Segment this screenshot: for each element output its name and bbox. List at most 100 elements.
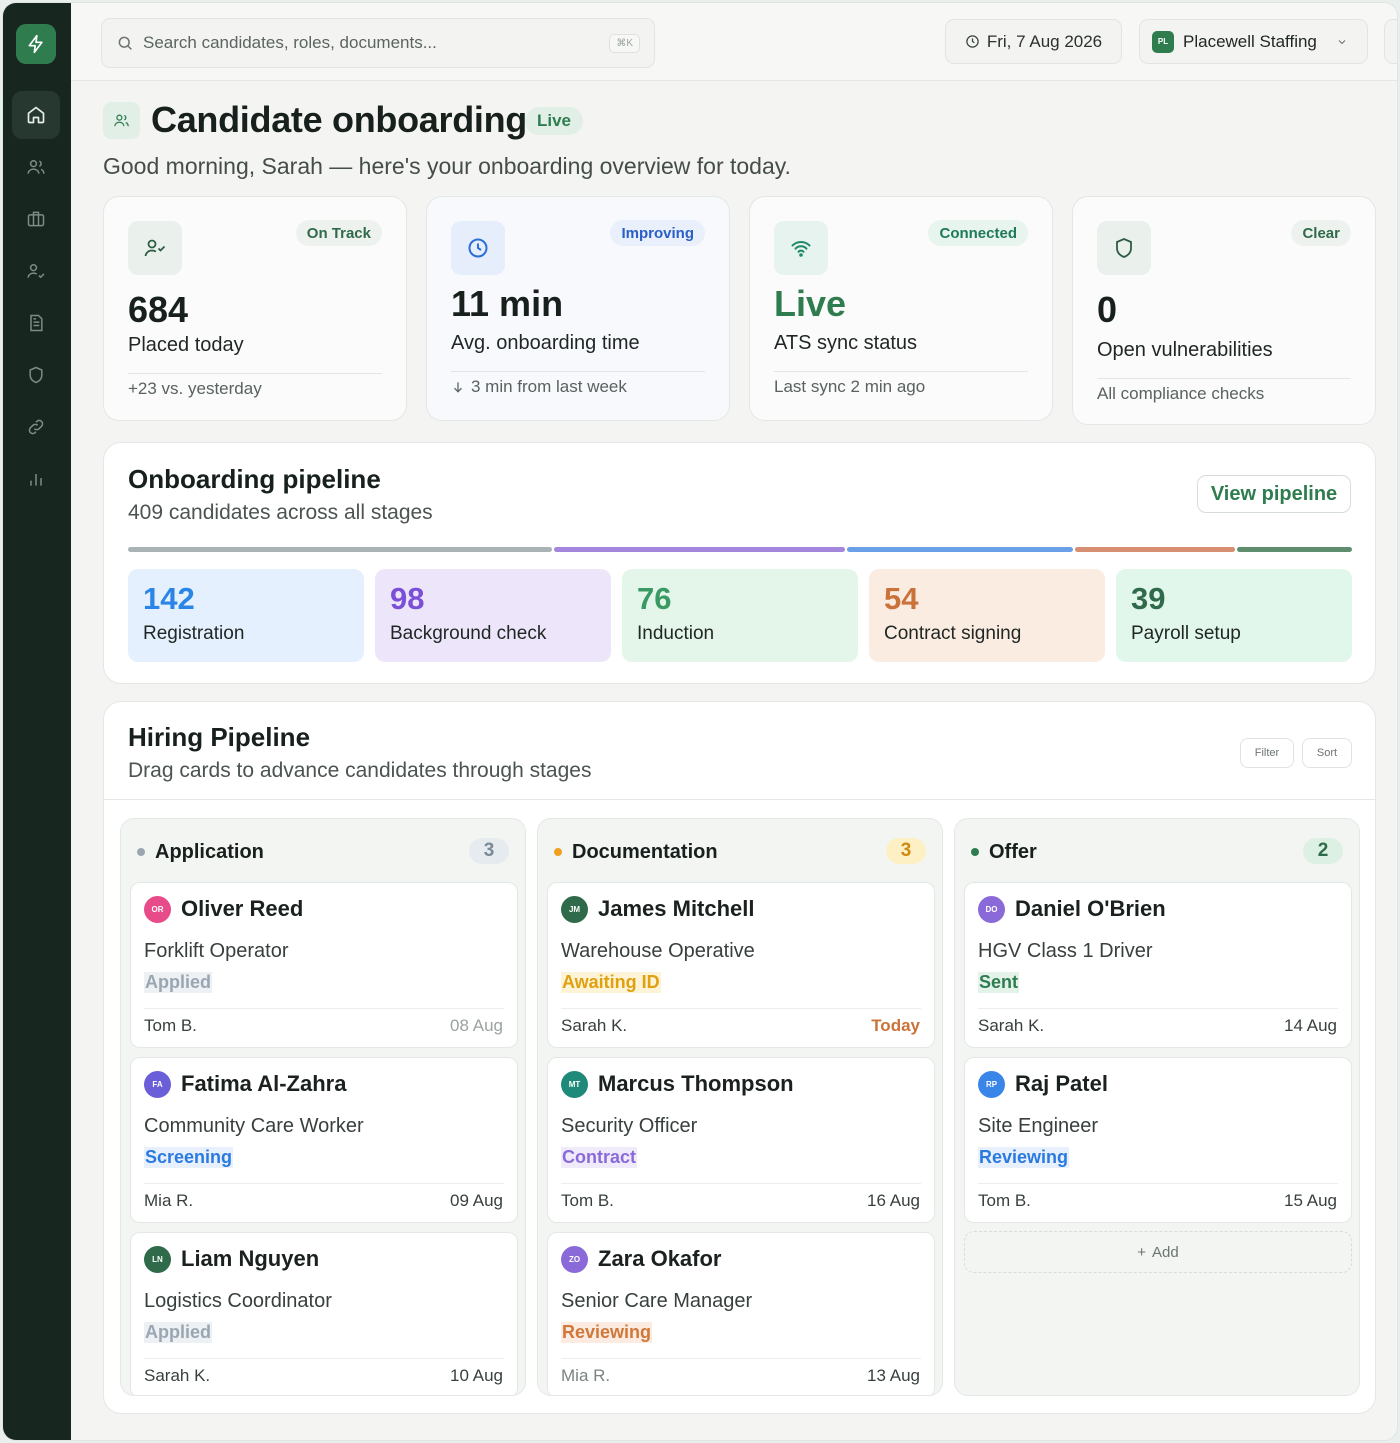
sidebar-item-compliance[interactable] [12,351,60,399]
stat-card-vulnerabilities[interactable]: Clear 0 Open vulnerabilities All complia… [1072,196,1376,425]
column-count-badge: 3 [886,838,926,864]
app-logo[interactable] [16,24,56,64]
search-box[interactable]: ⌘K [101,18,655,68]
candidate-card[interactable]: FA Fatima Al-Zahra Community Care Worker… [130,1057,518,1223]
top-bar: ⌘K Fri, 7 Aug 2026 PL Placewell Staffing [71,3,1397,81]
candidate-status: Applied [144,1322,212,1343]
due-date: 09 Aug [450,1191,503,1210]
sidebar-item-home[interactable] [12,91,60,139]
sidebar-item-reports[interactable] [12,455,60,503]
candidate-card[interactable]: OR Oliver Reed Forklift Operator Applied… [130,882,518,1048]
candidate-card[interactable]: LN Liam Nguyen Logistics Coordinator App… [130,1232,518,1395]
stat-footnote: All compliance checks [1097,384,1264,404]
status-badge: Clear [1291,220,1351,246]
date-selector[interactable]: Fri, 7 Aug 2026 [945,19,1122,64]
user-menu-button[interactable] [1384,19,1397,64]
recruiter-name: Sarah K. [561,1016,628,1035]
kanban-column-offer: Offer 2 DO Daniel O'Brien HGV Class 1 Dr… [954,818,1360,1396]
briefcase-icon [27,211,45,227]
stage-label: Payroll setup [1131,623,1241,644]
column-count-badge: 2 [1303,838,1343,864]
candidate-card[interactable]: RP Raj Patel Site Engineer Reviewing Tom… [964,1057,1352,1223]
stat-card-ats-sync[interactable]: Connected Live ATS sync status Last sync… [749,196,1053,421]
filter-button[interactable]: Filter [1240,738,1294,768]
stage-label: Background check [390,623,547,644]
candidate-name: Daniel O'Brien [1015,896,1166,921]
stat-value: Live [774,283,847,324]
sidebar-item-integrations[interactable] [12,403,60,451]
divider [1097,378,1351,379]
panel-subtitle: Drag cards to advance candidates through… [128,759,592,782]
users-icon [114,114,129,127]
recruiter-name: Tom B. [561,1191,614,1210]
divider [144,1358,504,1359]
stage-count: 39 [1131,581,1166,616]
add-card-button[interactable]: + Add [964,1231,1352,1273]
sidebar-item-documents[interactable] [12,299,60,347]
home-icon [27,106,45,124]
candidate-status: Awaiting ID [561,972,661,993]
stat-label: Open vulnerabilities [1097,339,1273,361]
stat-label: ATS sync status [774,332,918,354]
stage-count: 142 [143,581,195,616]
stage-card-payroll-setup[interactable]: 39 Payroll setup [1116,569,1352,662]
recruiter-name: Tom B. [144,1016,197,1035]
stage-card-induction[interactable]: 76 Induction [622,569,858,662]
sidebar-item-candidates[interactable] [12,143,60,191]
column-dot [971,848,979,856]
column-title: Documentation [572,840,718,863]
candidate-card[interactable]: MT Marcus Thompson Security Officer Cont… [547,1057,935,1223]
shield-icon [29,366,43,384]
avatar: LN [144,1246,171,1273]
due-date: 13 Aug [867,1366,920,1385]
stat-card-placed[interactable]: On Track 684 Placed today +23 vs. yester… [103,196,407,421]
column-title: Application [155,840,264,863]
stat-card-onboarding-time[interactable]: Improving 11 min Avg. onboarding time 3 … [426,196,730,421]
avatar: OR [144,896,171,923]
candidate-role: Senior Care Manager [561,1290,753,1312]
divider [774,371,1028,372]
due-date: Today [871,1016,920,1035]
stage-label: Registration [143,623,245,644]
stage-label: Induction [637,623,715,644]
plus-icon: + [1137,1243,1147,1261]
org-logo: PL [1152,30,1174,53]
kanban-column-application: Application 3 OR Oliver Reed Forklift Op… [120,818,526,1396]
panel-title: Onboarding pipeline [128,464,381,494]
candidate-role: HGV Class 1 Driver [978,940,1153,962]
view-pipeline-button[interactable]: View pipeline [1197,475,1351,513]
candidate-card[interactable]: JM James Mitchell Warehouse Operative Aw… [547,882,935,1048]
kanban-column-documentation: Documentation 3 JM James Mitchell Wareho… [537,818,943,1396]
stat-footnote-text: All compliance checks [1097,384,1265,403]
org-name: Placewell Staffing [1183,31,1317,51]
column-title: Offer [989,840,1037,863]
user-check-icon [27,264,45,279]
candidate-status: Reviewing [561,1322,653,1343]
organization-switcher[interactable]: PL Placewell Staffing [1139,19,1368,64]
due-date: 15 Aug [1284,1191,1337,1210]
pipeline-segment-payroll-setup [1237,547,1352,552]
stat-footnote: Last sync 2 min ago [774,377,925,397]
onboarding-pipeline-panel: Onboarding pipeline 409 candidates acros… [103,442,1376,684]
sort-button[interactable]: Sort [1302,738,1352,768]
pipeline-segment-induction [847,547,1073,552]
sidebar-item-jobs[interactable] [12,195,60,243]
avatar: ZO [561,1246,588,1273]
candidate-status: Reviewing [978,1147,1070,1168]
candidate-name: Marcus Thompson [598,1071,794,1096]
panel-subtitle: 409 candidates across all stages [128,501,433,524]
avatar: RP [978,1071,1005,1098]
main-content: ⌘K Fri, 7 Aug 2026 PL Placewell Staffing… [71,3,1397,1440]
candidate-card[interactable]: ZO Zara Okafor Senior Care Manager Revie… [547,1232,935,1395]
stage-card-background-check[interactable]: 98 Background check [375,569,611,662]
sidebar-item-placements[interactable] [12,247,60,295]
page-status-badge: Live [525,107,584,135]
candidate-card[interactable]: DO Daniel O'Brien HGV Class 1 Driver Sen… [964,882,1352,1048]
add-label: Add [1152,1243,1179,1261]
user-check-icon [144,239,166,257]
chevron-down-icon [1338,39,1346,44]
search-input[interactable] [143,33,610,53]
divider [561,1008,921,1009]
stage-card-contract-signing[interactable]: 54 Contract signing [869,569,1105,662]
stage-card-registration[interactable]: 142 Registration [128,569,364,662]
